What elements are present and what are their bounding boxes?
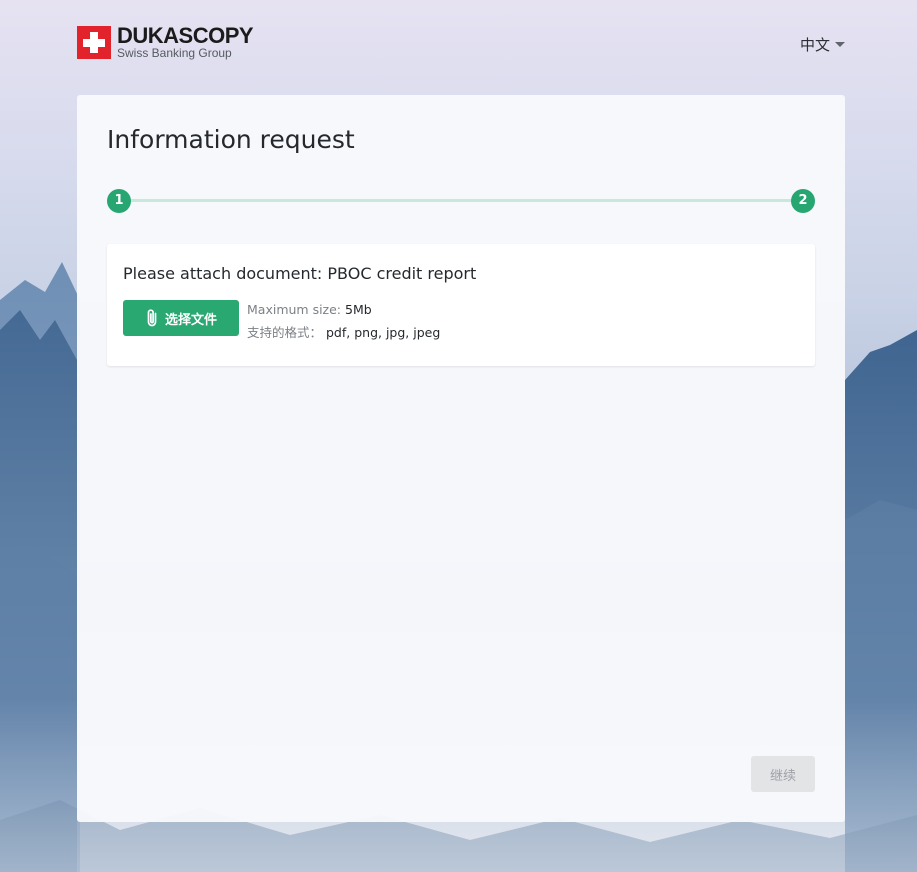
header: DUKASCOPY Swiss Banking Group 中文 <box>77 23 845 64</box>
formats-label: 支持的格式： <box>247 325 323 340</box>
page-title: Information request <box>107 125 355 154</box>
max-size-value: 5Mb <box>345 302 372 317</box>
chevron-down-icon <box>835 41 845 47</box>
choose-file-button[interactable]: 选择文件 <box>123 300 239 336</box>
max-size-row: Maximum size: 5Mb <box>247 298 440 321</box>
swiss-flag-icon <box>77 26 111 59</box>
language-selector[interactable]: 中文 <box>800 34 845 54</box>
dukascopy-logo[interactable]: DUKASCOPY Swiss Banking Group <box>77 23 254 62</box>
formats-row: 支持的格式： pdf, png, jpg, jpeg <box>247 321 440 344</box>
file-requirements: Maximum size: 5Mb 支持的格式： pdf, png, jpg, … <box>247 298 440 344</box>
formats-value: pdf, png, jpg, jpeg <box>326 325 441 340</box>
language-label: 中文 <box>799 35 830 54</box>
progress-stepper: 1 2 <box>107 189 815 213</box>
information-request-card: Information request 1 2 Please attach do… <box>77 95 845 822</box>
attach-document-title: Please attach document: PBOC credit repo… <box>123 264 477 283</box>
max-size-label: Maximum size: <box>247 302 342 317</box>
document-upload-panel: Please attach document: PBOC credit repo… <box>107 244 815 366</box>
step-2-indicator: 2 <box>791 189 815 213</box>
logo-tagline: Swiss Banking Group <box>117 46 232 60</box>
continue-button[interactable]: 继续 <box>751 756 815 792</box>
step-1-indicator: 1 <box>107 189 131 213</box>
paperclip-icon <box>147 309 157 327</box>
choose-file-label: 选择文件 <box>164 312 217 328</box>
stepper-line <box>119 199 803 202</box>
